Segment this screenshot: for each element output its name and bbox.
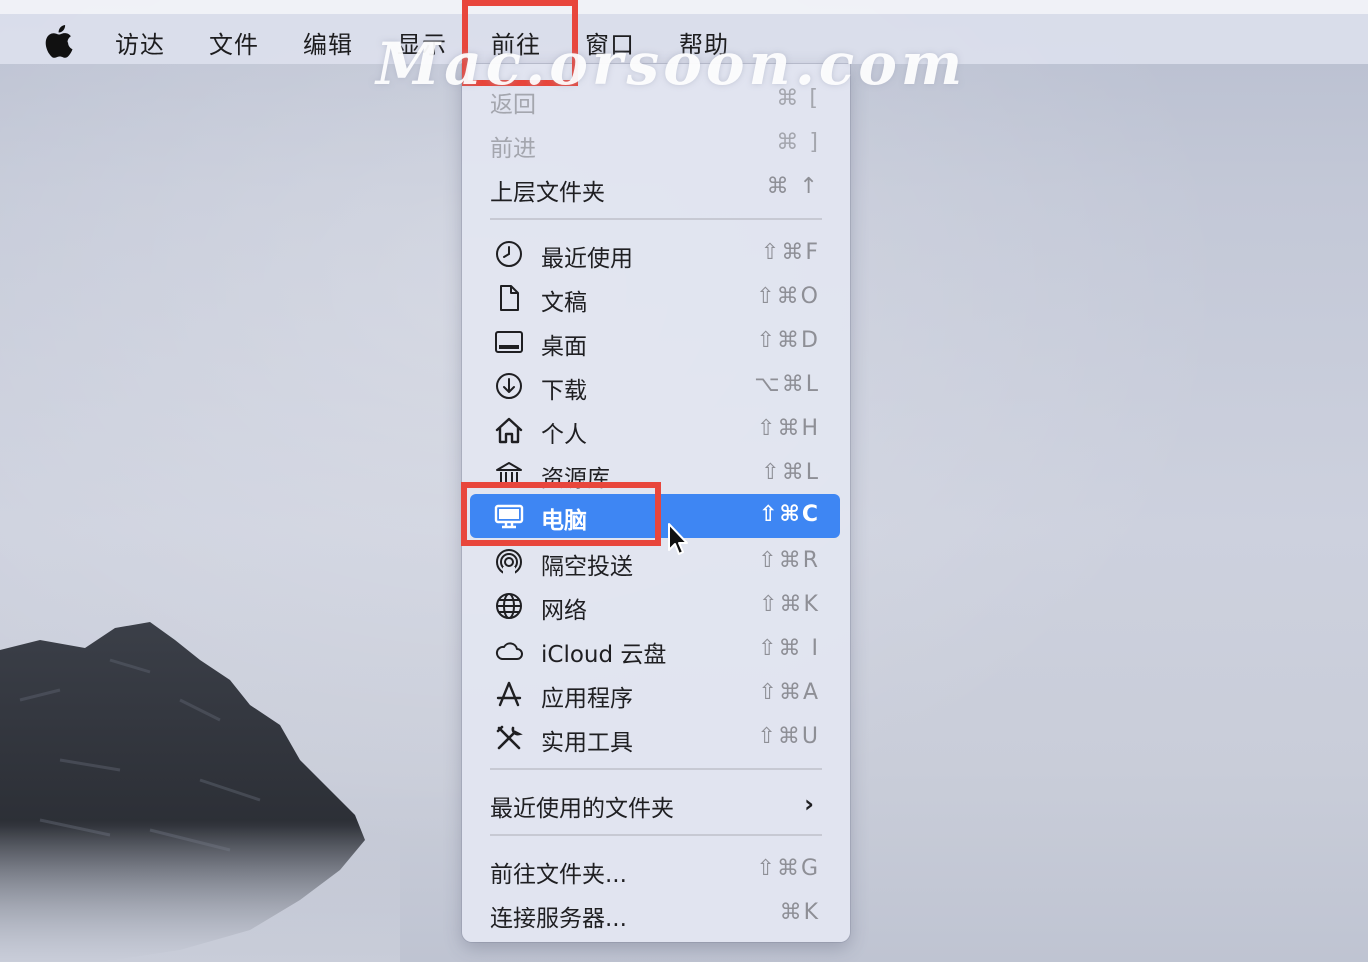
menu-item-shortcut: ⌥⌘L: [754, 372, 820, 397]
menu-item-shortcut: ⇧⌘F: [760, 240, 820, 265]
menu-item-label: 前进: [490, 136, 536, 162]
desktop-icon: [495, 331, 523, 353]
desktop: 访达 文件 编辑 显示 前往 窗口 帮助 返回 ⌘ [ 前进 ⌘ ] 上层文件夹…: [0, 0, 1368, 962]
menu-separator: [490, 218, 822, 220]
menu-item-label: 上层文件夹: [490, 180, 605, 206]
menu-item-utilities[interactable]: 实用工具 ⇧⌘U: [474, 716, 840, 758]
menu-finder[interactable]: 访达: [115, 25, 165, 60]
menu-item-go-to-folder[interactable]: 前往文件夹... ⇧⌘G: [474, 848, 840, 890]
network-icon: [496, 593, 522, 619]
menu-item-shortcut: ⇧⌘G: [756, 856, 820, 881]
menu-file[interactable]: 文件: [209, 25, 259, 60]
menu-item-label: iCloud 云盘: [541, 642, 667, 668]
menu-item-desktop[interactable]: 桌面 ⇧⌘D: [474, 320, 840, 362]
apple-logo-icon[interactable]: [43, 24, 73, 58]
menu-item-label: 前往文件夹...: [490, 862, 627, 888]
menu-item-shortcut: ⇧⌘R: [758, 548, 820, 573]
menu-item-label: 最近使用: [541, 246, 633, 272]
menu-edit[interactable]: 编辑: [303, 25, 353, 60]
watermark: Mac.orsoon.com: [376, 30, 967, 98]
menu-item-label: 隔空投送: [541, 554, 633, 580]
menu-item-shortcut: ⌘K: [779, 900, 820, 925]
menu-item-downloads[interactable]: 下载 ⌥⌘L: [474, 364, 840, 406]
menu-item-shortcut: ⇧⌘O: [756, 284, 820, 309]
menu-item-shortcut: ⇧⌘D: [756, 328, 820, 353]
menu-item-shortcut: ⇧⌘U: [757, 724, 820, 749]
cloud-icon: [495, 642, 523, 660]
menu-item-shortcut: ⌘ ↑: [766, 174, 820, 199]
clock-icon: [496, 241, 522, 267]
menu-item-connect-to-server[interactable]: 连接服务器... ⌘K: [474, 892, 840, 934]
menu-item-enclosing-folder[interactable]: 上层文件夹 ⌘ ↑: [474, 166, 840, 208]
annotation-box-computer: [461, 482, 661, 546]
download-icon: [496, 373, 522, 399]
menu-item-recents[interactable]: 最近使用 ⇧⌘F: [474, 232, 840, 274]
menu-item-shortcut: ⇧⌘C: [759, 502, 820, 527]
document-icon: [500, 285, 519, 311]
menu-item-label: 下载: [541, 378, 587, 404]
menu-item-applications[interactable]: 应用程序 ⇧⌘A: [474, 672, 840, 714]
home-icon: [495, 417, 523, 444]
menu-item-shortcut: ⇧⌘L: [761, 460, 820, 485]
airdrop-icon: [496, 549, 522, 576]
menu-item-shortcut: ⇧⌘K: [759, 592, 820, 617]
menu-item-shortcut: ⇧⌘H: [757, 416, 820, 441]
menu-item-shortcut: ⌘ ]: [776, 130, 820, 155]
menu-item-home[interactable]: 个人 ⇧⌘H: [474, 408, 840, 450]
menu-item-label: 个人: [541, 422, 587, 448]
menu-item-documents[interactable]: 文稿 ⇧⌘O: [474, 276, 840, 318]
utilities-icon: [496, 725, 523, 750]
applications-icon: [496, 681, 522, 707]
menu-item-label: 实用工具: [541, 730, 633, 756]
rock-wallpaper: [0, 622, 400, 962]
menu-item-label: 最近使用的文件夹: [490, 796, 674, 822]
menu-item-network[interactable]: 网络 ⇧⌘K: [474, 584, 840, 626]
menu-separator: [490, 834, 822, 836]
menu-item-label: 连接服务器...: [490, 906, 627, 932]
menu-item-recent-folders[interactable]: 最近使用的文件夹 ›: [474, 782, 840, 824]
menu-separator: [490, 768, 822, 770]
menu-item-label: 网络: [541, 598, 587, 624]
menu-item-forward[interactable]: 前进 ⌘ ]: [474, 122, 840, 164]
menu-item-airdrop[interactable]: 隔空投送 ⇧⌘R: [474, 540, 840, 582]
menu-item-shortcut: ⇧⌘ I: [758, 636, 820, 661]
mouse-cursor-icon: [668, 523, 688, 555]
chevron-right-icon: ›: [804, 790, 814, 818]
menu-item-shortcut: ⇧⌘A: [758, 680, 820, 705]
menu-item-label: 桌面: [541, 334, 587, 360]
menu-item-label: 应用程序: [541, 686, 633, 712]
menu-item-label: 文稿: [541, 290, 587, 316]
menu-item-icloud-drive[interactable]: iCloud 云盘 ⇧⌘ I: [474, 628, 840, 670]
